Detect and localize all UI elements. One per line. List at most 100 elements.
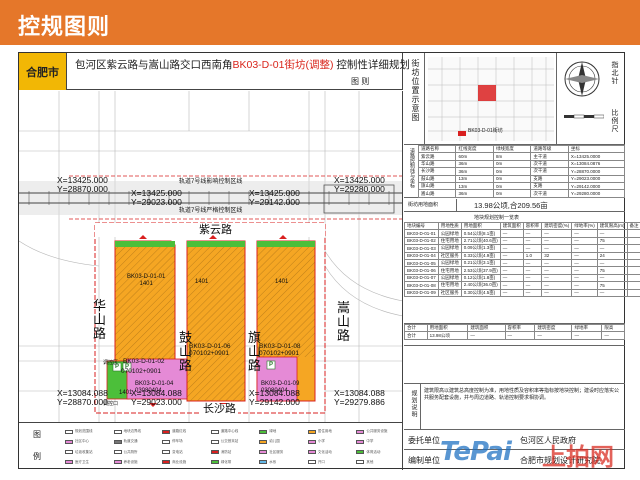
legend-text: 文化活动 [317, 449, 332, 454]
table-cell: 2.71公顷(40.6亩) [460, 236, 501, 246]
table-cell: — [541, 281, 573, 290]
table-cell: 住宅用地 [437, 236, 462, 246]
table-cell: — [522, 229, 543, 238]
legend-item: 公交首末站 [210, 437, 254, 446]
legend-swatch [259, 460, 268, 465]
legend-text: 商业设施 [172, 459, 187, 464]
legend-text: 居住用地 [317, 429, 332, 434]
legend-text: 其他 [366, 459, 374, 464]
green-strip-a [115, 241, 175, 247]
legend-item: 规划范围线 [65, 427, 108, 436]
parcel-label-09: BK03-D-01-09 03080404 [261, 381, 300, 394]
legend-text: 道路中心线 [220, 429, 239, 434]
table-cell [626, 281, 640, 290]
table-cell: — [596, 229, 628, 238]
legend-item: 小学 [307, 437, 351, 446]
legend-item: 绿地 [259, 427, 302, 436]
legend-swatch [259, 450, 268, 455]
table-cell: 公园绿地 [437, 244, 462, 253]
table-cell: — [571, 251, 598, 260]
table-cell: 社区服务 [437, 288, 462, 297]
scale-bar [564, 114, 604, 119]
table-cell: — [499, 266, 524, 275]
table-cell: 0.12公顷(1.8亩) [460, 273, 501, 283]
table-row: BK03-D-01-08 住宅用地 2.40公顷(36.0亩) — — — —75 [404, 281, 640, 290]
table-cell: — [571, 281, 598, 290]
legend-text: 开口 [317, 459, 325, 464]
table-cell: — [571, 266, 598, 275]
legend-swatch [210, 439, 219, 444]
location-row: 街坊位置示意图 BK03-D-01街坊 指北针 比例尺 [404, 53, 625, 145]
table-cell: BK03-D-01-02 [404, 236, 439, 246]
legend-item: 轨道交通 [113, 437, 157, 446]
table-cell: — [522, 273, 543, 283]
road-table: 道路名称 红线宽度 绿线宽度 道路等级 坐标 紫云路 60m 8m 主干道 X=1342… [417, 144, 626, 198]
legend-swatch [162, 460, 171, 465]
legend-text: 垃圾收集站 [75, 449, 93, 454]
legend-swatch [356, 460, 365, 465]
table-cell [626, 251, 640, 260]
legend-label-1: 图 [33, 430, 41, 439]
legend-swatch [113, 439, 122, 444]
table-row: 紫云路 60m 8m 主干道 X=13425.0000 [417, 152, 626, 161]
table-cell [626, 236, 640, 246]
table-cell: — [522, 281, 543, 290]
road-name-east: 嵩山路 [337, 300, 351, 344]
table-cell: BK03-D-01-07 [404, 273, 439, 283]
legend-text: 水系 [269, 459, 277, 464]
watermark-logo: TePai [440, 437, 512, 467]
area-label: 街坊用地面积 [408, 202, 439, 208]
legend-text: 轨道交通 [123, 439, 138, 444]
city-badge: 合肥市 [19, 53, 67, 90]
location-label: 街坊位置示意图 [411, 59, 420, 122]
notes-text: 建筑限高以建筑总高度控制为准，用地性质及容积率等指标按地块控制；建设时应落实公共… [424, 388, 620, 402]
coord-label-3: X=13425.000 Y=29142.000 [249, 188, 300, 207]
table-row: BK03-D-01-09 社区服务 0.30公顷(4.5亩) — — — — — [404, 288, 640, 297]
table-cell: 32 [541, 251, 573, 260]
legend-swatch [259, 429, 268, 434]
table-cell: 0.21公顷(3.1亩) [460, 258, 501, 268]
legend-swatch [259, 439, 268, 444]
station-label: 调控口 [103, 401, 119, 407]
table-cell: — [499, 288, 524, 297]
legend-item: 中学 [356, 437, 399, 446]
legend-text: 社区服务 [269, 449, 284, 454]
table-cell: 0.33公顷(4.9亩) [460, 251, 501, 260]
table-cell: — [499, 236, 524, 246]
table-cell [626, 244, 640, 253]
notes-label: 规划说明 [410, 390, 416, 418]
legend-item: 其他 [356, 458, 399, 467]
legend-grid: 规划范围线 地块边界线 道路红线 道路中心线 绿地 居住用地 公共服务设施 社区中心 轨道交通 停… [65, 427, 399, 467]
map-drawing [19, 91, 402, 422]
table-cell: — [541, 266, 573, 275]
coord-label-8: X=13084.088 Y=29279.886 [334, 388, 385, 407]
table-cell: — [541, 244, 573, 253]
table-cell: — [541, 288, 573, 297]
legend-text: 小学 [317, 439, 325, 444]
table-row: 鼓山路 13m 0m 支路 Y=29023.0000 [417, 174, 626, 183]
legend-text: 公交首末站 [220, 439, 239, 444]
legend-swatch [113, 450, 122, 455]
table-cell: 公园绿地 [437, 258, 462, 268]
area-value: 13.98公顷,合209.56亩 [474, 201, 548, 210]
legend-swatch [307, 439, 316, 444]
table-cell: BK03-D-01-09 [404, 288, 439, 297]
table-cell: 2.53公顷(37.9亩) [460, 266, 501, 275]
road-table-label: 道路控制线与坐标 [409, 148, 415, 188]
table-row: BK03-D-01-02 住宅用地 2.71公顷(40.6亩) — — — —75 [404, 236, 640, 246]
metro-line-1-label: 轨道7号线影响控制区线 [179, 179, 243, 185]
legend-swatch [210, 460, 219, 465]
legend-item: 文化活动 [307, 448, 351, 457]
table-row: 华山路 36m 0m 次干道 X=13084.0876 [417, 159, 626, 169]
road-name-south: 长沙路 [201, 403, 238, 415]
notes-row: 规划说明 建筑限高以建筑总高度控制为准，用地性质及容积率等指标按地块控制；建设时… [404, 384, 625, 430]
parking-label-3: P [269, 362, 274, 368]
table-cell: BK03-D-01-06 [404, 266, 439, 275]
legend-item: 医疗卫生 [65, 458, 108, 467]
table-cell: — [522, 244, 543, 253]
table-row: BK03-D-01-04 社区服务 0.33公顷(4.9亩) —1.0 32—24 [404, 251, 640, 260]
legend-item: 地块边界线 [113, 427, 157, 436]
table-cell: — [541, 229, 573, 238]
table-cell: — [596, 258, 628, 268]
plan-title-highlight: BK03-D-01街坊(调整) [232, 59, 334, 71]
